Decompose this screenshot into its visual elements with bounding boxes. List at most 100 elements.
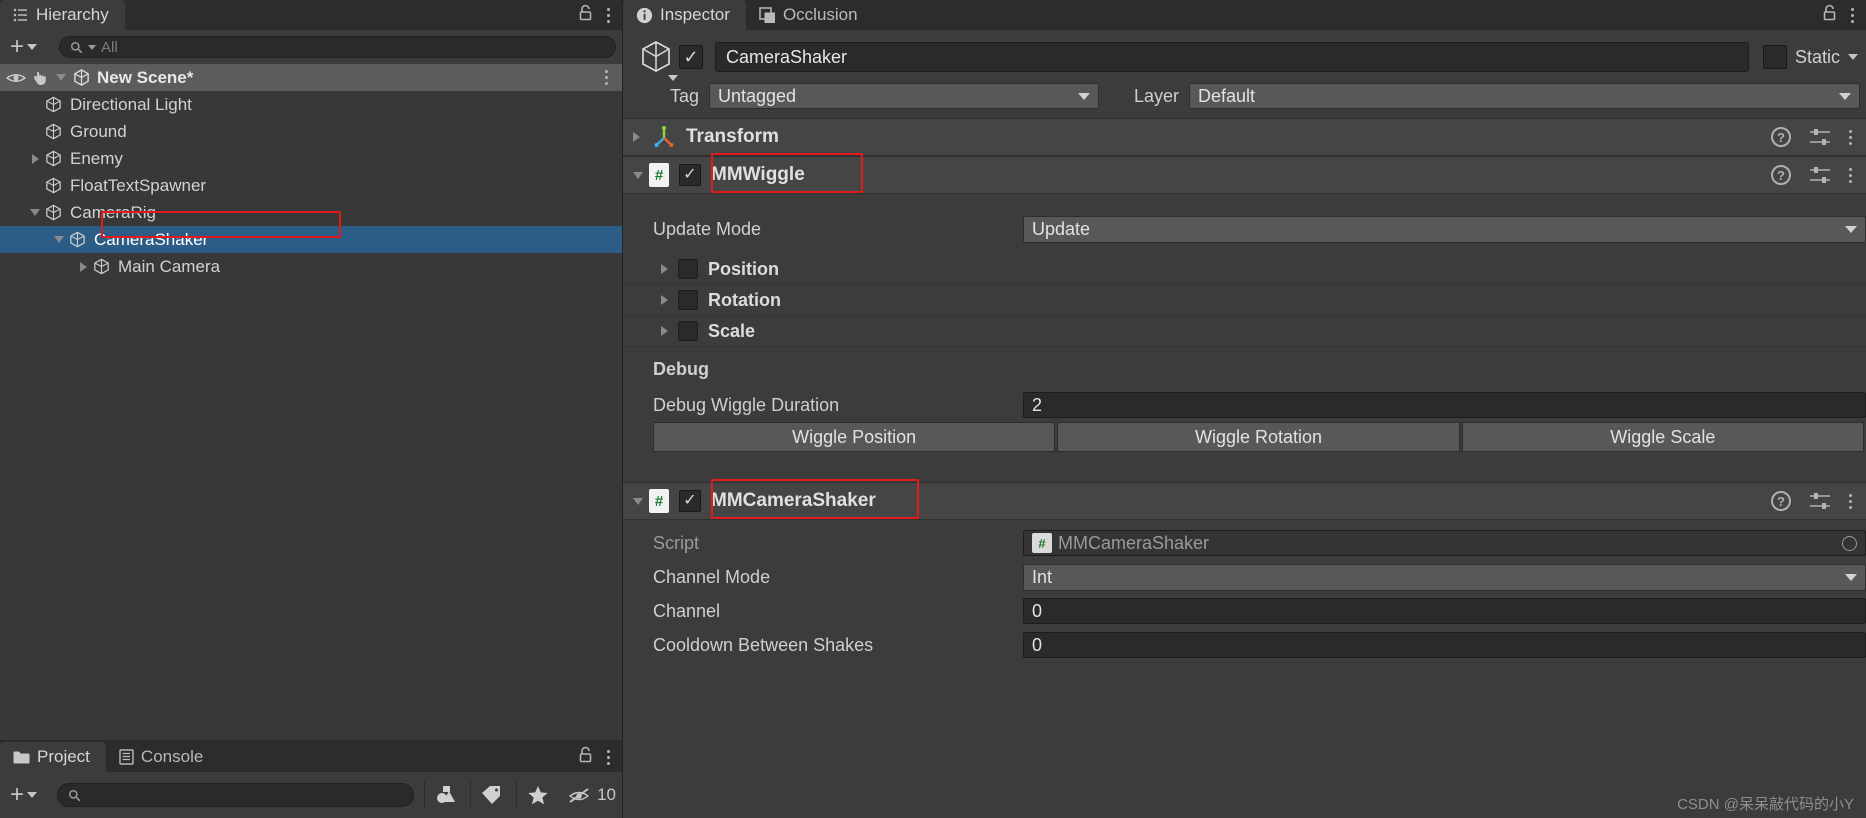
position-checkbox[interactable] <box>678 259 698 279</box>
tag-label: Tag <box>633 86 709 107</box>
scene-expand-arrow-icon[interactable] <box>56 74 66 81</box>
property-label-script: Script <box>653 533 1023 554</box>
tab-hierarchy[interactable]: Hierarchy <box>0 0 125 30</box>
static-dropdown-chevron-icon[interactable] <box>1848 54 1858 60</box>
tab-project-label: Project <box>37 747 90 767</box>
search-filter-chevron-icon[interactable] <box>88 45 96 50</box>
shapes-filter-icon[interactable] <box>424 780 466 810</box>
tab-inspector-label: Inspector <box>660 5 730 25</box>
preset-icon[interactable] <box>1809 128 1831 146</box>
scene-pick-hand-icon[interactable] <box>32 70 50 86</box>
help-icon[interactable]: ? <box>1771 491 1791 511</box>
hierarchy-item-enemy[interactable]: Enemy <box>0 145 622 172</box>
wiggle-rotation-button[interactable]: Wiggle Rotation <box>1057 422 1459 452</box>
kebab-menu-icon[interactable] <box>1849 168 1852 183</box>
visibility-eye-icon[interactable] <box>6 71 26 85</box>
wiggle-scale-button[interactable]: Wiggle Scale <box>1462 422 1864 452</box>
foldout-scale[interactable]: Scale <box>623 316 1866 347</box>
favorite-star-icon[interactable] <box>516 780 558 810</box>
channel-mode-dropdown[interactable]: Int <box>1023 564 1866 591</box>
foldout-position[interactable]: Position <box>623 254 1866 285</box>
update-mode-value: Update <box>1032 219 1090 240</box>
hierarchy-item-directional-light[interactable]: Directional Light <box>0 91 622 118</box>
gameobject-name-row: ✓ CameraShaker Static <box>623 38 1866 76</box>
scale-expand-arrow-icon[interactable] <box>661 326 668 336</box>
position-expand-arrow-icon[interactable] <box>661 264 668 274</box>
gameobject-header: ✓ CameraShaker Static Tag Untagged <box>623 30 1866 118</box>
kebab-menu-icon[interactable] <box>607 8 610 23</box>
mmwiggle-enabled-checkbox[interactable]: ✓ <box>679 164 701 186</box>
gameobject-name-input[interactable]: CameraShaker <box>715 42 1749 72</box>
create-gameobject-button[interactable]: + <box>6 35 41 59</box>
hierarchy-search-input[interactable]: All <box>59 36 616 58</box>
unity-editor-window: Hierarchy + <box>0 0 1866 818</box>
layer-dropdown[interactable]: Default <box>1189 83 1860 109</box>
label-filter-icon[interactable] <box>470 780 512 810</box>
hierarchy-tree[interactable]: New Scene* Directional LightGroundEnemyF… <box>0 64 622 740</box>
transform-expand-arrow-icon[interactable] <box>633 132 640 142</box>
plus-icon: + <box>10 783 24 807</box>
gameobject-enabled-checkbox[interactable]: ✓ <box>679 45 703 69</box>
tab-console-label: Console <box>141 747 203 767</box>
kebab-menu-icon[interactable] <box>1851 8 1854 23</box>
hierarchy-item-main-camera[interactable]: Main Camera <box>0 253 622 280</box>
kebab-menu-icon[interactable] <box>1849 494 1852 509</box>
static-checkbox[interactable] <box>1763 45 1787 69</box>
scale-checkbox[interactable] <box>678 321 698 341</box>
expand-arrow-icon[interactable] <box>26 209 44 216</box>
cube-icon-dropdown-chevron[interactable] <box>668 75 678 81</box>
component-header-transform[interactable]: Transform ? <box>623 118 1866 156</box>
kebab-menu-icon[interactable] <box>1849 130 1852 145</box>
script-value: MMCameraShaker <box>1058 533 1209 554</box>
object-picker-icon[interactable] <box>1842 536 1857 551</box>
preset-icon[interactable] <box>1809 492 1831 510</box>
hierarchy-scene-row[interactable]: New Scene* <box>0 64 622 91</box>
tab-inspector[interactable]: Inspector <box>623 0 746 30</box>
kebab-menu-icon[interactable] <box>607 750 610 765</box>
create-asset-button[interactable]: + <box>6 783 41 807</box>
tag-dropdown[interactable]: Untagged <box>709 83 1099 109</box>
help-icon[interactable]: ? <box>1771 127 1791 147</box>
wiggle-scale-label: Wiggle Scale <box>1610 427 1715 448</box>
rotation-checkbox[interactable] <box>678 290 698 310</box>
static-label: Static <box>1795 47 1840 68</box>
property-row-channel-mode: Channel Mode Int <box>623 560 1866 594</box>
mmcamerashaker-expand-arrow-icon[interactable] <box>633 498 643 505</box>
cooldown-between-shakes-input[interactable]: 0 <box>1023 632 1866 658</box>
preset-icon[interactable] <box>1809 166 1831 184</box>
hierarchy-item-camerashaker[interactable]: CameraShaker <box>0 226 622 253</box>
debug-wiggle-duration-input[interactable]: 2 <box>1023 392 1866 418</box>
component-header-mmcamerashaker[interactable]: # ✓ MMCameraShaker ? <box>623 482 1866 520</box>
help-icon[interactable]: ? <box>1771 165 1791 185</box>
mmwiggle-expand-arrow-icon[interactable] <box>633 172 643 179</box>
script-object-field[interactable]: # MMCameraShaker <box>1023 530 1866 556</box>
project-search-input[interactable] <box>57 783 414 807</box>
hierarchy-item-camerarig[interactable]: CameraRig <box>0 199 622 226</box>
hierarchy-item-floattextspawner[interactable]: FloatTextSpawner <box>0 172 622 199</box>
wiggle-position-button[interactable]: Wiggle Position <box>653 422 1055 452</box>
chevron-down-icon <box>27 792 37 798</box>
scene-name-label: New Scene* <box>97 68 193 88</box>
property-row-cooldown-between-shakes: Cooldown Between Shakes 0 <box>623 628 1866 662</box>
channel-input[interactable]: 0 <box>1023 598 1866 624</box>
update-mode-dropdown[interactable]: Update <box>1023 216 1866 243</box>
rotation-expand-arrow-icon[interactable] <box>661 295 668 305</box>
tab-project[interactable]: Project <box>0 742 106 772</box>
lock-icon[interactable] <box>578 4 593 26</box>
component-header-mmwiggle[interactable]: # ✓ MMWiggle ? <box>623 156 1866 194</box>
lock-icon[interactable] <box>578 746 593 768</box>
expand-arrow-icon[interactable] <box>50 236 68 243</box>
expand-arrow-icon[interactable] <box>26 154 44 164</box>
expand-arrow-icon[interactable] <box>74 262 92 272</box>
hidden-items-counter[interactable]: 10 <box>562 785 616 805</box>
hierarchy-item-ground[interactable]: Ground <box>0 118 622 145</box>
foldout-rotation[interactable]: Rotation <box>623 285 1866 316</box>
lock-icon[interactable] <box>1822 4 1837 26</box>
mmcamerashaker-enabled-checkbox[interactable]: ✓ <box>679 490 701 512</box>
cube-icon[interactable] <box>633 37 679 77</box>
mmwiggle-bottom-spacer <box>623 452 1866 482</box>
tab-hierarchy-label: Hierarchy <box>36 5 109 25</box>
tab-console[interactable]: Console <box>106 742 219 772</box>
scene-kebab-menu-icon[interactable] <box>605 70 608 85</box>
tab-occlusion[interactable]: Occlusion <box>746 0 874 30</box>
